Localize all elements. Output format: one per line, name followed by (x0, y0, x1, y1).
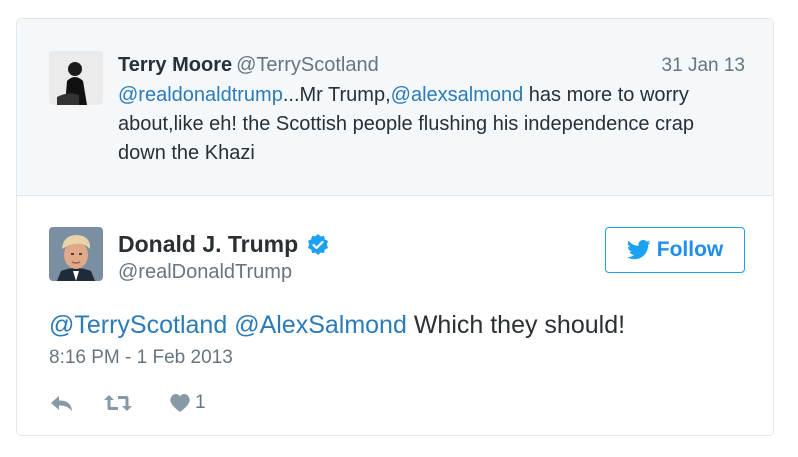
retweet-button[interactable] (103, 393, 133, 413)
follow-label: Follow (656, 238, 724, 261)
like-count: 1 (195, 392, 206, 413)
terry-avatar[interactable] (49, 51, 103, 105)
tweet-text: @TerryScotland @AlexSalmond Which they s… (49, 311, 625, 340)
reply-header: Terry Moore @TerryScotland (118, 53, 379, 77)
verified-badge-icon (306, 233, 330, 257)
mention-link[interactable]: @realdonaldtrump (118, 84, 283, 106)
like-button[interactable]: 1 (169, 392, 206, 414)
reply-icon (51, 396, 72, 411)
reply-text-part: ...Mr Trump, (282, 84, 391, 106)
tweet-embed-card: Terry Moore @TerryScotland 31 Jan 13 @rea… (16, 18, 774, 436)
reply-author-name[interactable]: Terry Moore (118, 54, 232, 76)
reply-text: @realdonaldtrump...Mr Trump,@alexsalmond… (118, 81, 738, 168)
reply-author-handle[interactable]: @TerryScotland (236, 54, 379, 76)
reply-button[interactable] (49, 393, 75, 413)
author-name-text: Donald J. Trump (118, 231, 299, 257)
retweet-icon (104, 395, 132, 411)
reply-date[interactable]: 31 Jan 13 (662, 55, 745, 77)
mention-link[interactable]: @alexsalmond (391, 84, 524, 106)
twitter-bird-icon (626, 240, 651, 260)
mention-link[interactable]: @TerryScotland (49, 311, 227, 339)
tweet-timestamp[interactable]: 8:16 PM - 1 Feb 2013 (49, 347, 233, 369)
mention-link[interactable]: @AlexSalmond (234, 311, 407, 339)
follow-button[interactable]: Follow (605, 227, 745, 273)
tweet-author-handle[interactable]: @realDonaldTrump (118, 261, 292, 284)
tweet-actions: 1 (49, 391, 206, 415)
tweet-text-part: Which they should! (406, 311, 626, 339)
heart-icon (170, 394, 190, 412)
quoted-reply[interactable]: Terry Moore @TerryScotland 31 Jan 13 @rea… (17, 19, 773, 196)
trump-avatar[interactable] (49, 227, 103, 281)
tweet-author-name[interactable]: Donald J. Trump (118, 231, 330, 258)
